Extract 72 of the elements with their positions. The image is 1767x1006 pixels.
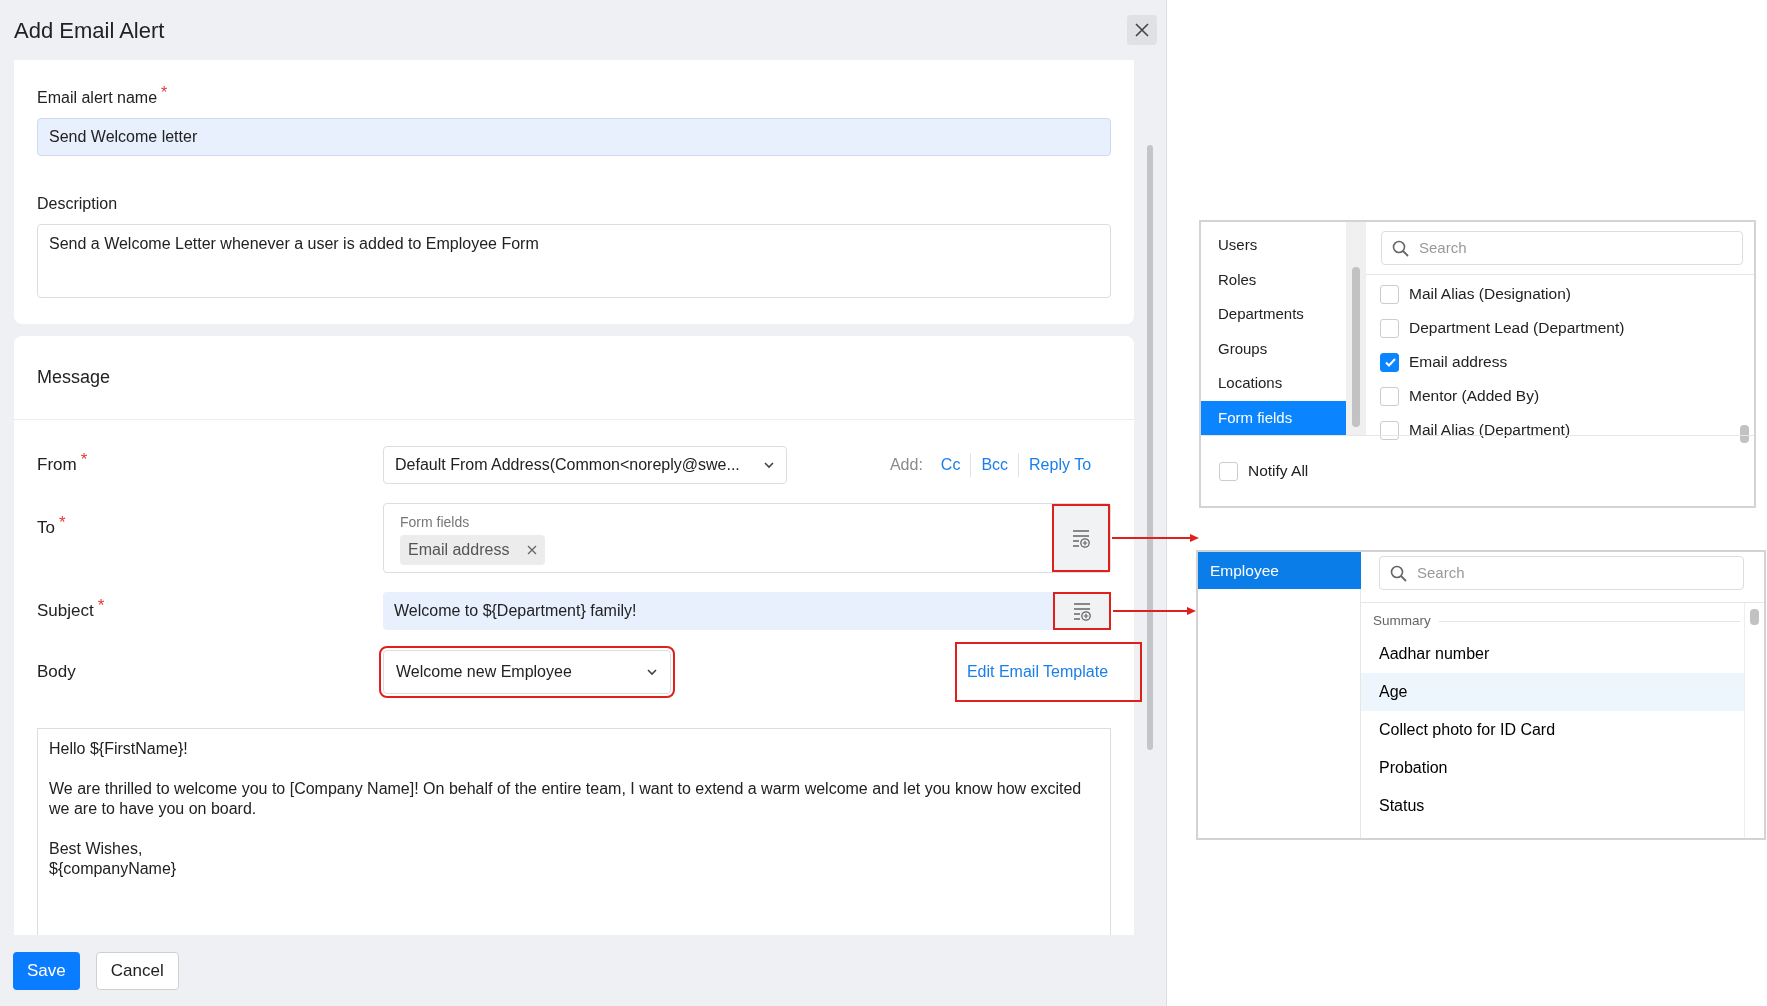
field-label: Description <box>37 194 119 214</box>
field-picker-icon[interactable] <box>1073 601 1092 621</box>
scrollbar-thumb[interactable] <box>1147 145 1153 750</box>
body-editor[interactable] <box>37 728 1112 935</box>
scrollbar-thumb[interactable] <box>1750 609 1759 625</box>
option-label: Email address <box>1409 352 1508 373</box>
required-mark: * <box>80 450 88 470</box>
search-placeholder: Search <box>1419 237 1467 258</box>
category-item[interactable]: Locations <box>1201 366 1346 401</box>
add-link[interactable]: Cc <box>930 453 971 477</box>
field-item[interactable]: Collect photo for ID Card <box>1361 711 1744 750</box>
field-picker-icon[interactable] <box>1072 528 1091 548</box>
field-label: Body <box>37 662 76 682</box>
add-link[interactable]: Bcc <box>970 453 1019 477</box>
category-item[interactable]: Roles <box>1201 262 1346 297</box>
remove-icon[interactable] <box>527 545 538 555</box>
checkbox[interactable] <box>1380 386 1399 406</box>
select-value: Default From Address(Common<noreply@swe... <box>395 455 740 475</box>
required-mark: * <box>97 596 105 616</box>
checkbox[interactable] <box>1380 318 1399 338</box>
field-item[interactable]: Aadhar number <box>1361 635 1744 674</box>
caret-icon <box>763 459 775 471</box>
category-item[interactable]: Groups <box>1201 331 1346 366</box>
from-select[interactable]: Default From Address(Common<noreply@swe... <box>383 446 787 484</box>
field-item[interactable]: Status <box>1361 787 1744 826</box>
add-label: Add: <box>889 455 923 475</box>
field-item[interactable]: Age <box>1361 673 1744 712</box>
checkbox[interactable] <box>1380 352 1399 372</box>
description-field[interactable]: Send a Welcome Letter whenever a user is added to Employee Form <box>37 224 1112 298</box>
checkbox[interactable] <box>1219 461 1238 481</box>
category-item[interactable]: Users <box>1201 228 1346 263</box>
field-picker-button[interactable] <box>1053 592 1112 630</box>
category-item[interactable]: Form fields <box>1201 400 1346 435</box>
field-picker-button[interactable] <box>1052 504 1111 572</box>
body-text: Hello ${FirstName}! <box>49 739 189 759</box>
field-label: Email alert name <box>37 89 158 106</box>
search-placeholder: Search <box>1417 562 1465 583</box>
required-mark: * <box>58 513 66 532</box>
required-mark: * <box>161 84 168 101</box>
field-label: Subject <box>37 601 94 621</box>
option-label: Mail Alias (Designation) <box>1409 284 1571 305</box>
save-button[interactable]: Save <box>13 951 80 990</box>
add-link[interactable]: Reply To <box>1018 453 1102 477</box>
tag-label: Email address <box>408 540 510 560</box>
form-item[interactable]: Employee <box>1198 552 1361 589</box>
body-text: We are thrilled to welcome you to [Company Name]! On behalf of the entire team, I want to extend a warm welcome and let you know how excited we are to have you on board. <box>49 779 1083 819</box>
close-button[interactable] <box>1127 15 1157 45</box>
cancel-button[interactable]: Cancel <box>95 951 179 990</box>
section-title: Message <box>14 336 1135 420</box>
scrollbar-thumb[interactable] <box>1740 425 1749 443</box>
search-icon <box>1392 239 1409 257</box>
field-label: To <box>37 518 55 537</box>
caret-icon <box>646 666 658 678</box>
section-label: Summary <box>1373 612 1431 630</box>
body-text: Best Wishes, <box>49 839 144 859</box>
select-value: Welcome new Employee <box>396 662 572 682</box>
group-label: Form fields <box>400 513 471 532</box>
dialog-title: Add Email Alert <box>14 16 165 45</box>
option-label: Mail Alias (Department) <box>1409 420 1571 441</box>
name-input[interactable]: Send Welcome letter <box>37 118 1112 156</box>
option-label: Notify All <box>1248 461 1309 482</box>
search-icon <box>1390 564 1407 582</box>
checkbox[interactable] <box>1380 420 1399 440</box>
scrollbar-thumb[interactable] <box>1352 267 1360 427</box>
option-label: Department Lead (Department) <box>1409 318 1625 339</box>
field-item[interactable]: Probation <box>1361 749 1744 788</box>
category-item[interactable]: Departments <box>1201 297 1346 332</box>
checkbox[interactable] <box>1380 284 1399 304</box>
option-label: Mentor (Added By) <box>1409 386 1540 407</box>
field-label: From <box>37 455 77 475</box>
close-icon <box>1134 22 1150 38</box>
body-text: ${companyName} <box>49 859 178 879</box>
